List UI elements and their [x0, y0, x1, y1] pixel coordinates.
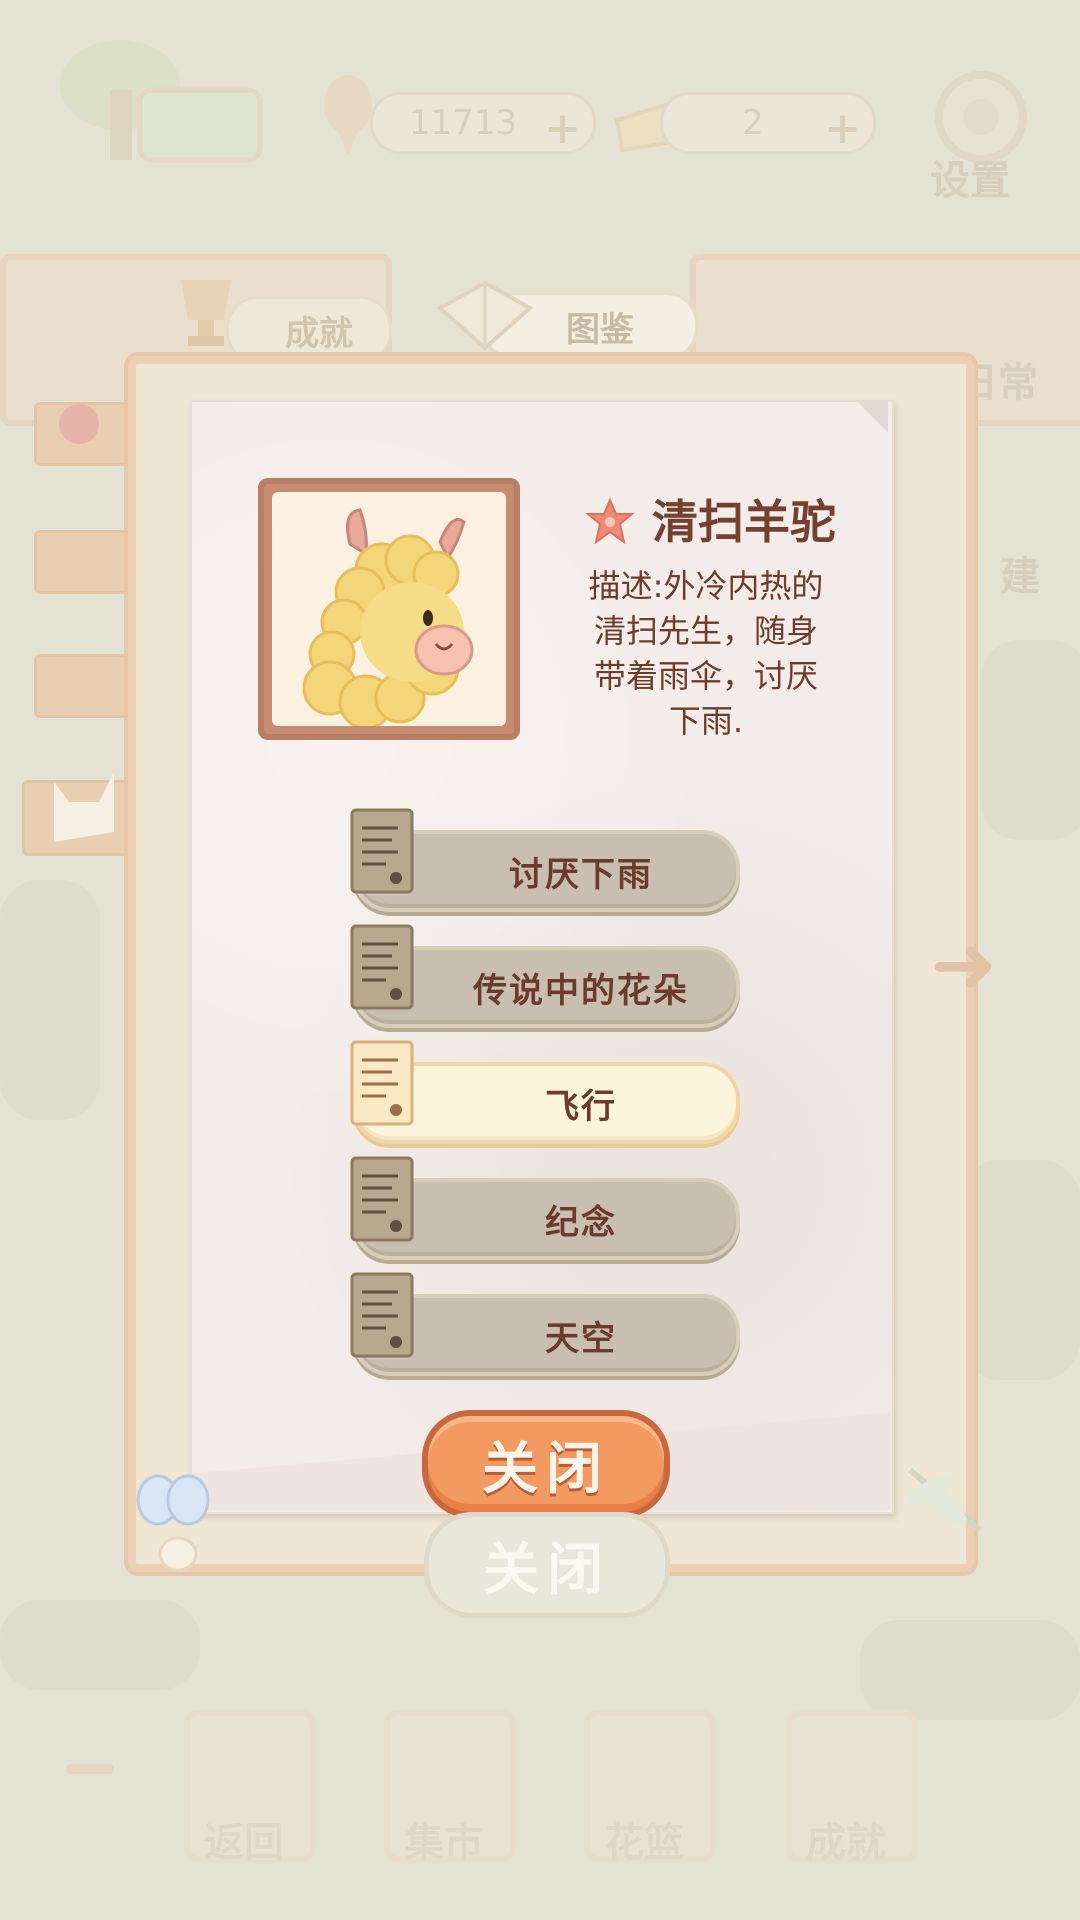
- butterfly-icon: [136, 1474, 210, 1572]
- character-name: 清扫羊驼: [652, 495, 836, 549]
- description-line: 描述:外冷内热的: [588, 567, 824, 605]
- bg-stone: [980, 640, 1080, 840]
- close-button[interactable]: 关闭: [422, 1410, 670, 1518]
- bg-stone: [0, 1600, 200, 1690]
- story-scroll-icon: [350, 1272, 414, 1358]
- flower-icon: [59, 404, 99, 444]
- arrow-right-icon[interactable]: ➜: [930, 918, 997, 1011]
- settings-label[interactable]: 设置: [930, 148, 1010, 206]
- character-description: 描述:外冷内热的 清扫先生，随身 带着雨伞，讨厌 下雨.: [546, 564, 866, 744]
- story-entry-label: 传说中的花朵: [473, 970, 689, 1011]
- description-line: 清扫先生，随身: [593, 612, 818, 650]
- bottom-back-label: 返回: [204, 1820, 284, 1866]
- ghost-close-button: 关闭: [424, 1512, 670, 1618]
- add-fish-icon[interactable]: +: [544, 103, 581, 154]
- fish-counter: 11713 +: [370, 92, 596, 154]
- story-entry-4[interactable]: 纪念: [350, 1156, 740, 1260]
- story-entry-label: 天空: [545, 1318, 617, 1359]
- side-tab-bouquet[interactable]: [34, 654, 132, 718]
- story-scroll-icon: [350, 1040, 414, 1126]
- story-entry-label: 飞行: [545, 1086, 617, 1127]
- story-entry-1[interactable]: 讨厌下雨: [350, 808, 740, 912]
- story-entry-5[interactable]: 天空: [350, 1272, 740, 1376]
- alpaca-icon: [302, 508, 474, 730]
- cheese-count: 2: [742, 103, 764, 143]
- bottom-achievements-label: 成就: [806, 1820, 886, 1866]
- description-line: 下雨.: [668, 702, 744, 740]
- tree-logo-icon: [60, 40, 263, 163]
- bottom-dash: [66, 1764, 114, 1774]
- character-portrait: [258, 478, 520, 740]
- tab-achievements-label: 成就: [285, 313, 353, 354]
- fish-count: 11713: [408, 103, 518, 143]
- book-icon: [436, 280, 534, 351]
- story-entry-2[interactable]: 传说中的花朵: [350, 924, 740, 1028]
- bg-stone: [0, 880, 100, 1120]
- dragonfly-icon: [907, 1467, 982, 1533]
- fish-icon: [324, 75, 372, 155]
- story-scroll-icon: [350, 808, 414, 894]
- story-scroll-icon: [350, 1156, 414, 1242]
- story-scroll-icon: [350, 924, 414, 1010]
- paper-fold: [858, 400, 888, 434]
- portrait-background: [272, 492, 506, 730]
- add-cheese-icon[interactable]: +: [824, 103, 861, 154]
- bg-stone: [960, 1160, 1080, 1380]
- bg-stone: [860, 1620, 1080, 1720]
- description-line: 带着雨伞，讨厌: [593, 657, 818, 695]
- flower-star-icon: [585, 497, 635, 545]
- story-entry-3[interactable]: 飞行: [350, 1040, 740, 1144]
- bottom-basket-label: 花篮: [604, 1820, 684, 1866]
- side-tab-picture[interactable]: [34, 530, 132, 594]
- cat-silhouette-icon: [54, 772, 114, 842]
- story-entry-label: 纪念: [545, 1202, 617, 1243]
- tab-achievements[interactable]: 成就: [226, 296, 392, 364]
- story-entry-label: 讨厌下雨: [509, 854, 653, 895]
- cheese-counter: 2 +: [660, 92, 876, 154]
- tab-collection-label: 图鉴: [566, 309, 634, 350]
- bottom-market-label: 集市: [404, 1820, 484, 1866]
- trophy-icon: [181, 280, 231, 346]
- build-label: 建: [1000, 554, 1040, 600]
